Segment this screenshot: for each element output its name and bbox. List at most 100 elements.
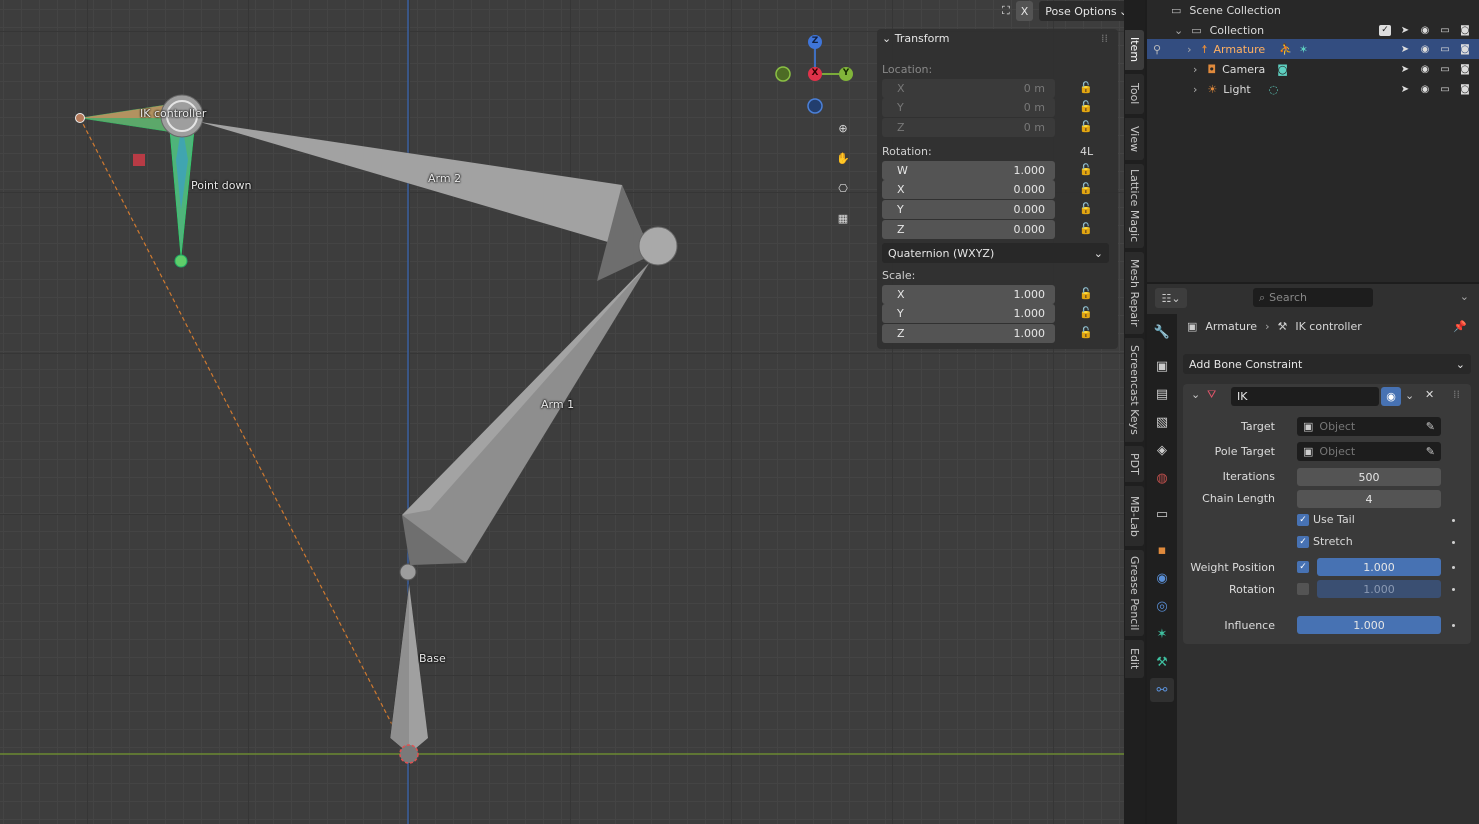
- weight-position-field[interactable]: 1.000: [1317, 558, 1441, 576]
- tab-edit[interactable]: Edit: [1125, 640, 1144, 678]
- chevron-down-icon[interactable]: ⌄: [1191, 388, 1200, 401]
- tab-pdt[interactable]: PDT: [1125, 446, 1144, 482]
- zoom-icon[interactable]: ⊕: [831, 116, 855, 140]
- eyedropper-icon[interactable]: ✎: [1426, 420, 1435, 433]
- checkbox-icon[interactable]: ✓: [1379, 24, 1391, 36]
- rotation-weight-checkbox[interactable]: [1297, 583, 1309, 595]
- monitor-icon[interactable]: ▭: [1439, 64, 1451, 75]
- 3d-viewport[interactable]: IK controller Point down Arm 2 Arm 1 Bas…: [0, 0, 1124, 824]
- chevron-down-icon[interactable]: ⌄: [1174, 24, 1183, 37]
- iterations-field[interactable]: 500: [1297, 468, 1441, 486]
- target-field[interactable]: ▣ Object ✎: [1297, 417, 1441, 436]
- lock-icon[interactable]: 🔓: [1079, 81, 1095, 95]
- eye-icon[interactable]: ◉: [1419, 44, 1431, 55]
- rotation-y-field[interactable]: Y 0.000: [882, 200, 1055, 219]
- hand-pan-icon[interactable]: ✋: [831, 146, 855, 170]
- eye-icon[interactable]: ◉: [1381, 387, 1401, 406]
- armature-data-icon[interactable]: ⛹: [1279, 43, 1293, 56]
- select-arrow-icon[interactable]: ➤: [1399, 44, 1411, 55]
- bone-constraint-icon[interactable]: ⚯: [1150, 678, 1174, 702]
- drag-handle-icon[interactable]: ⁞⁞: [1101, 32, 1108, 45]
- location-y-field[interactable]: Y 0 m: [882, 98, 1055, 117]
- monitor-icon[interactable]: ▭: [1439, 84, 1451, 95]
- transform-header[interactable]: ⌄ Transform: [882, 32, 949, 45]
- bone-arm-1[interactable]: [401, 261, 651, 566]
- rotation-4l-toggle[interactable]: 4L: [1080, 145, 1093, 158]
- tab-lattice-magic[interactable]: Lattice Magic: [1125, 164, 1144, 248]
- pose-mode-icon[interactable]: ⚲: [1153, 43, 1161, 56]
- tab-screencast-keys[interactable]: Screencast Keys: [1125, 338, 1144, 442]
- chain-length-field[interactable]: 4: [1297, 490, 1441, 508]
- lock-icon[interactable]: 🔓: [1079, 326, 1095, 340]
- render-camera-icon[interactable]: ◙: [1459, 44, 1471, 55]
- rotation-weight-field[interactable]: 1.000: [1317, 580, 1441, 598]
- scale-y-field[interactable]: Y 1.000: [882, 304, 1055, 323]
- tab-mb-lab[interactable]: MB-Lab: [1125, 486, 1144, 546]
- rotation-mode-select[interactable]: Quaternion (WXYZ) ⌄: [882, 243, 1109, 263]
- lock-icon[interactable]: 🔓: [1079, 120, 1095, 134]
- weight-position-checkbox[interactable]: ✓: [1297, 561, 1309, 573]
- outliner-item-camera[interactable]: › ◘ Camera ◙ ➤ ◉ ▭ ◙: [1147, 59, 1479, 79]
- select-arrow-icon[interactable]: ➤: [1399, 64, 1411, 75]
- select-arrow-icon[interactable]: ➤: [1399, 84, 1411, 95]
- lock-icon[interactable]: 🔓: [1079, 182, 1095, 196]
- close-icon[interactable]: ✕: [1425, 388, 1434, 401]
- keyframe-dot[interactable]: [1452, 541, 1455, 544]
- physics-icon[interactable]: ◎: [1150, 594, 1174, 618]
- chevron-down-icon[interactable]: ⌄: [1460, 290, 1469, 303]
- rotation-x-field[interactable]: X 0.000: [882, 180, 1055, 199]
- pose-icon[interactable]: ✶: [1299, 43, 1308, 56]
- location-z-field[interactable]: Z 0 m: [882, 118, 1055, 137]
- add-bone-constraint-dropdown[interactable]: Add Bone Constraint ⌄: [1183, 354, 1471, 374]
- render-icon[interactable]: ▣: [1150, 354, 1174, 378]
- keyframe-dot[interactable]: [1452, 519, 1455, 522]
- constraint-name-input[interactable]: IK: [1231, 387, 1379, 406]
- x-mirror-toggle[interactable]: X: [1015, 1, 1034, 21]
- drag-handle-icon[interactable]: ⁞⁞: [1453, 388, 1460, 401]
- lock-icon[interactable]: 🔓: [1079, 100, 1095, 114]
- stretch-checkbox[interactable]: ✓: [1297, 536, 1309, 548]
- tab-grease-pencil[interactable]: Grease Pencil: [1125, 550, 1144, 636]
- tab-view[interactable]: View: [1125, 118, 1144, 160]
- eye-icon[interactable]: ◉: [1419, 64, 1431, 75]
- render-camera-icon[interactable]: ◙: [1459, 64, 1471, 75]
- tab-tool[interactable]: Tool: [1125, 74, 1144, 114]
- pose-options-dropdown[interactable]: Pose Options ⌄: [1039, 1, 1124, 21]
- monitor-icon[interactable]: ▭: [1439, 25, 1451, 36]
- monitor-icon[interactable]: ▭: [1439, 44, 1451, 55]
- lock-icon[interactable]: 🔓: [1079, 287, 1095, 301]
- rotation-z-field[interactable]: Z 0.000: [882, 220, 1055, 239]
- keyframe-dot[interactable]: [1452, 588, 1455, 591]
- lock-icon[interactable]: 🔓: [1079, 163, 1095, 177]
- grid-ortho-icon[interactable]: ▦: [831, 206, 855, 230]
- lock-icon[interactable]: 🔓: [1079, 306, 1095, 320]
- search-input[interactable]: ⌕ Search: [1253, 288, 1373, 307]
- location-x-field[interactable]: X 0 m: [882, 79, 1055, 98]
- rotation-w-field[interactable]: W 1.000: [882, 161, 1055, 180]
- tab-item[interactable]: Item: [1125, 30, 1144, 70]
- scene-collection-row[interactable]: ▭ Scene Collection: [1147, 0, 1479, 20]
- render-camera-icon[interactable]: ◙: [1459, 84, 1471, 95]
- chevron-right-icon[interactable]: ›: [1193, 63, 1197, 76]
- use-tail-checkbox[interactable]: ✓: [1297, 514, 1309, 526]
- bone-icon[interactable]: ⚒: [1150, 650, 1174, 674]
- chevron-right-icon[interactable]: ›: [1187, 43, 1191, 56]
- chevron-right-icon[interactable]: ›: [1193, 83, 1197, 96]
- tool-icon[interactable]: 🔧: [1150, 320, 1174, 344]
- scale-z-field[interactable]: Z 1.000: [882, 324, 1055, 343]
- tab-mesh-repair[interactable]: Mesh Repair: [1125, 252, 1144, 334]
- keyframe-dot[interactable]: [1452, 566, 1455, 569]
- scale-x-field[interactable]: X 1.000: [882, 285, 1055, 304]
- outliner-item-light[interactable]: › ☀ Light ◌ ➤ ◉ ▭ ◙: [1147, 79, 1479, 99]
- eye-icon[interactable]: ◉: [1419, 84, 1431, 95]
- lock-icon[interactable]: 🔓: [1079, 202, 1095, 216]
- editor-type-dropdown[interactable]: ☷⌄: [1155, 288, 1187, 308]
- pole-target-field[interactable]: ▣ Object ✎: [1297, 442, 1441, 461]
- camera-view-icon[interactable]: ⎔: [831, 176, 855, 200]
- influence-field[interactable]: 1.000: [1297, 616, 1441, 634]
- chevron-down-icon[interactable]: ⌄: [1405, 389, 1414, 402]
- eye-icon[interactable]: ◉: [1419, 25, 1431, 36]
- output-icon[interactable]: ▤: [1150, 382, 1174, 406]
- object-icon[interactable]: ▪: [1150, 538, 1174, 562]
- collection-icon[interactable]: ▭: [1150, 502, 1174, 526]
